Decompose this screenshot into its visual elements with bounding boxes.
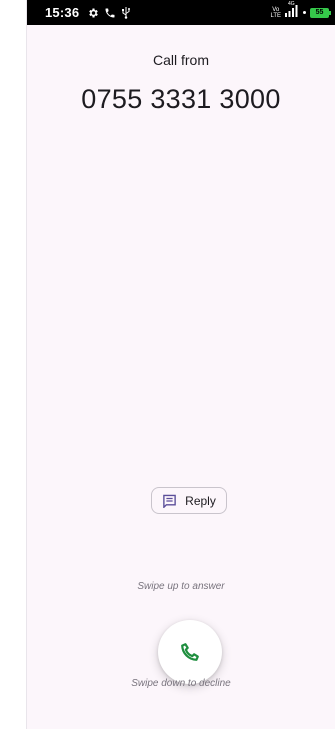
battery-icon: 55 [310, 7, 331, 18]
status-notification-icons [87, 4, 131, 21]
incoming-call-screen: 15:36 Vo LTE 4G 55 Call from 0755 3331 3… [27, 0, 335, 729]
message-icon [162, 494, 177, 508]
status-time: 15:36 [45, 5, 80, 20]
phone-icon [104, 7, 116, 19]
settings-icon [87, 7, 99, 19]
status-system-icons: Vo LTE 4G 55 [270, 0, 331, 22]
reply-label: Reply [185, 493, 216, 508]
network-generation: 4G [288, 0, 295, 7]
signal-icon: 4G [285, 0, 299, 22]
swipe-down-hint: Swipe down to decline [131, 678, 231, 689]
answer-call-button[interactable] [158, 620, 222, 684]
caller-number: 0755 3331 3000 [81, 84, 281, 114]
reply-button[interactable]: Reply [151, 487, 227, 514]
usb-icon [121, 6, 131, 19]
swipe-up-hint: Swipe up to answer [137, 581, 225, 592]
call-from-label: Call from [152, 52, 209, 68]
charging-dot [303, 11, 306, 14]
phone-icon [179, 641, 201, 663]
status-bar: 15:36 Vo LTE 4G 55 [27, 0, 335, 25]
network-type: Vo LTE [270, 6, 281, 19]
